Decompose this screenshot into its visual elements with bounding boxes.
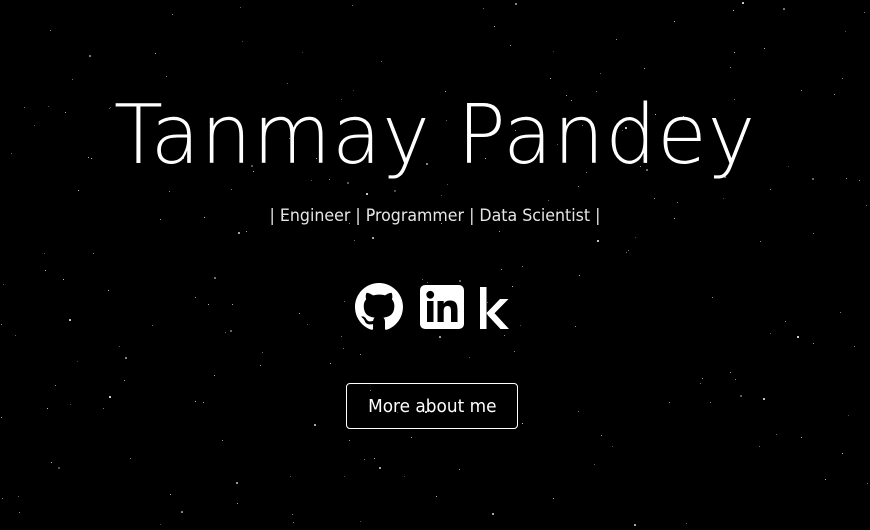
hero-section: Tanmay Pandey | Engineer | Programmer | … xyxy=(0,0,870,530)
hero-name: Tanmay Pandey xyxy=(113,88,757,183)
github-icon xyxy=(355,283,403,330)
landing-page: Tanmay Pandey | Engineer | Programmer | … xyxy=(0,0,870,530)
kaggle-link[interactable] xyxy=(477,283,511,331)
linkedin-icon xyxy=(420,285,464,329)
linkedin-link[interactable] xyxy=(419,284,465,330)
kaggle-icon xyxy=(480,287,509,329)
more-about-me-label: More about me xyxy=(367,396,497,417)
social-links xyxy=(355,283,511,331)
github-link[interactable] xyxy=(355,283,403,331)
more-about-me-button[interactable]: More about me xyxy=(346,383,518,429)
hero-tagline: | Engineer | Programmer | Data Scientist… xyxy=(269,206,601,226)
